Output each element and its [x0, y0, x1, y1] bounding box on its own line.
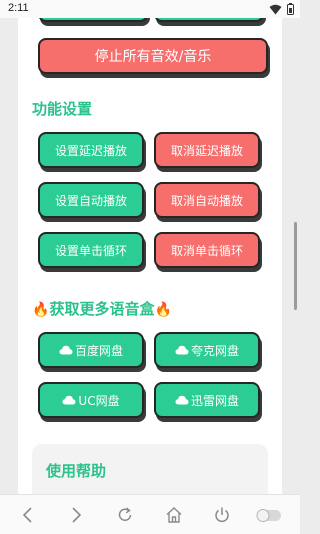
uc-netdisk-button[interactable]: UC网盘	[38, 382, 144, 418]
baidu-netdisk-label: 百度网盘	[74, 343, 123, 358]
help-card: 使用帮助	[32, 444, 268, 494]
xunlei-netdisk-label: 迅雷网盘	[190, 393, 239, 408]
power-icon[interactable]	[212, 505, 232, 525]
section-title-more-text: 获取更多语音盒	[49, 300, 155, 318]
home-icon[interactable]	[164, 505, 184, 525]
help-title: 使用帮助	[46, 462, 107, 480]
cancel-delay-play-button[interactable]: 取消延迟播放	[154, 132, 260, 168]
baidu-netdisk-button[interactable]: 百度网盘	[38, 332, 144, 368]
status-icons	[269, 3, 294, 15]
set-auto-play-button[interactable]: 设置自动播放	[38, 182, 144, 218]
cancel-auto-play-button[interactable]: 取消自动播放	[154, 182, 260, 218]
status-bar: 2:11	[0, 0, 300, 18]
bottom-nav-bar	[0, 494, 300, 534]
refresh-icon[interactable]	[115, 505, 135, 525]
fire-icon: 🔥	[32, 302, 50, 318]
set-click-loop-button[interactable]: 设置单击循环	[38, 232, 144, 268]
cloud-icon	[175, 395, 189, 405]
cloud-icon	[59, 345, 73, 355]
cancel-click-loop-button[interactable]: 取消单击循环	[154, 232, 260, 268]
wifi-icon	[269, 4, 282, 14]
section-title-more: 🔥获取更多语音盒🔥	[32, 298, 172, 319]
status-time: 2:11	[8, 2, 29, 14]
cloud-icon	[62, 395, 76, 405]
set-delay-play-button[interactable]: 设置延迟播放	[38, 132, 144, 168]
forward-arrow-icon[interactable]	[66, 505, 86, 525]
uc-netdisk-label: UC网盘	[78, 393, 120, 408]
cloud-icon	[175, 345, 189, 355]
fire-icon: 🔥	[154, 302, 172, 318]
quark-netdisk-label: 夸克网盘	[190, 343, 239, 358]
section-title-settings: 功能设置	[32, 100, 93, 118]
quark-netdisk-button[interactable]: 夸克网盘	[154, 332, 260, 368]
scrollbar[interactable]	[294, 222, 297, 310]
battery-icon	[287, 3, 294, 15]
xunlei-netdisk-button[interactable]: 迅雷网盘	[154, 382, 260, 418]
back-arrow-icon[interactable]	[18, 505, 38, 525]
top-right-partial-button[interactable]	[154, 18, 264, 22]
toggle-icon[interactable]	[256, 505, 282, 525]
top-left-partial-button[interactable]	[38, 18, 148, 22]
page-content: 停止所有音效/音乐 功能设置 设置延迟播放 取消延迟播放 设置自动播放 取消自动…	[18, 18, 282, 494]
stop-all-button[interactable]: 停止所有音效/音乐	[38, 38, 268, 74]
